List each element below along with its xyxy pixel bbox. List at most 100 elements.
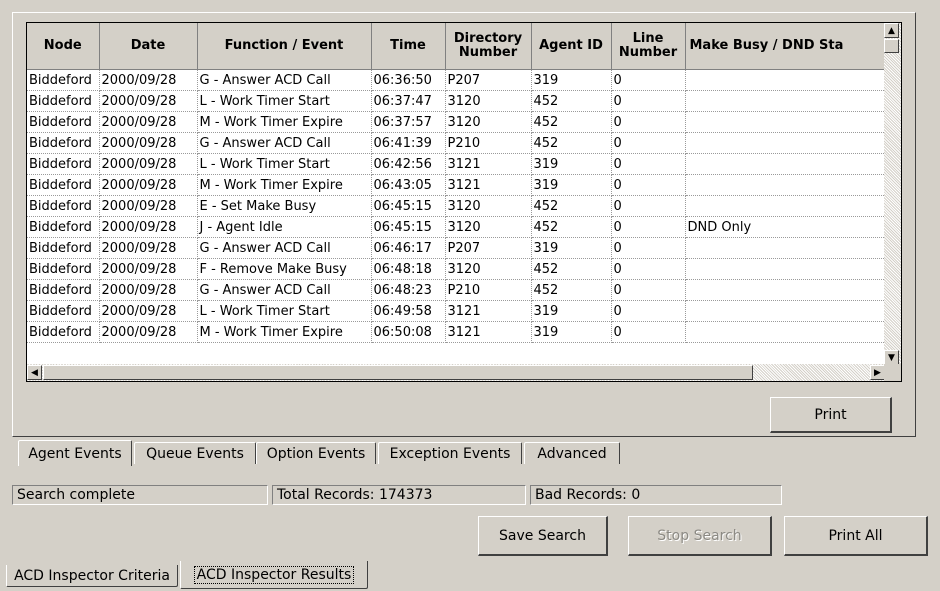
table-cell: 319 [531, 321, 612, 343]
column-header[interactable]: Node [27, 23, 100, 70]
table-cell: Biddeford [27, 90, 100, 112]
table-cell: P207 [445, 237, 532, 259]
table-cell: 06:37:47 [371, 90, 446, 112]
table-row[interactable]: Biddeford 2000/09/28 G - Answer ACD Call 06… [27, 132, 886, 154]
table-cell: 0 [611, 132, 686, 154]
table-cell: M - Work Timer Expire [197, 321, 372, 343]
table-row[interactable]: Biddeford 2000/09/28 L - Work Timer Start 0… [27, 300, 886, 322]
table-row[interactable]: Biddeford 2000/09/28 M - Work Timer Expire… [27, 174, 886, 196]
column-header[interactable]: Date [99, 23, 198, 70]
tab-queue-events[interactable]: Queue Events [134, 442, 256, 464]
stop-search-button[interactable]: Stop Search [628, 516, 772, 556]
table-cell: 06:41:39 [371, 132, 446, 154]
bad-records: Bad Records: 0 [530, 485, 782, 505]
table-cell: Biddeford [27, 111, 100, 133]
table-cell: 2000/09/28 [99, 153, 198, 175]
table-cell: 3121 [445, 153, 532, 175]
table-cell: 0 [611, 321, 686, 343]
scroll-up-arrow-icon[interactable]: ▲ [884, 23, 899, 38]
table-cell: 319 [531, 69, 612, 91]
table-cell: 2000/09/28 [99, 216, 198, 238]
table-cell: 319 [531, 174, 612, 196]
table-cell: 06:37:57 [371, 111, 446, 133]
vertical-scrollbar[interactable]: ▲ ▼ [884, 23, 901, 365]
table-cell [685, 195, 886, 217]
table-row[interactable]: Biddeford 2000/09/28 E - Set Make Busy 06:4… [27, 195, 886, 217]
table-cell: 3120 [445, 195, 532, 217]
events-table: Node Date Function / Event Time Directory Nu… [27, 23, 886, 343]
table-cell: 06:45:15 [371, 195, 446, 217]
tab-option-events[interactable]: Option Events [256, 442, 376, 464]
table-cell: Biddeford [27, 216, 100, 238]
tab-agent-events[interactable]: Agent Events [18, 440, 132, 466]
table-cell: 3120 [445, 90, 532, 112]
table-cell: Biddeford [27, 132, 100, 154]
table-row[interactable]: Biddeford 2000/09/28 G - Answer ACD Call 06… [27, 69, 886, 91]
table-cell: 2000/09/28 [99, 90, 198, 112]
table-cell [685, 237, 886, 259]
table-cell: G - Answer ACD Call [197, 279, 372, 301]
table-row[interactable]: Biddeford 2000/09/28 M - Work Timer Expire… [27, 111, 886, 133]
table-cell: 06:46:17 [371, 237, 446, 259]
scroll-right-arrow-icon[interactable]: ▶ [870, 365, 885, 380]
save-search-button[interactable]: Save Search [478, 516, 608, 556]
table-cell: G - Answer ACD Call [197, 69, 372, 91]
table-row[interactable]: Biddeford 2000/09/28 G - Answer ACD Call 06… [27, 279, 886, 301]
table-cell: 06:43:05 [371, 174, 446, 196]
table-cell: E - Set Make Busy [197, 195, 372, 217]
table-cell: 319 [531, 237, 612, 259]
table-cell [685, 69, 886, 91]
table-cell: 0 [611, 90, 686, 112]
table-row[interactable]: Biddeford 2000/09/28 M - Work Timer Expire… [27, 321, 886, 343]
tab-acd-inspector-results[interactable]: ACD Inspector Results [180, 561, 368, 589]
table-row[interactable]: Biddeford 2000/09/28 J - Agent Idle 06:45:1… [27, 216, 886, 238]
table-cell: Biddeford [27, 300, 100, 322]
table-cell: 2000/09/28 [99, 195, 198, 217]
table-cell: G - Answer ACD Call [197, 237, 372, 259]
table-cell: Biddeford [27, 195, 100, 217]
print-all-button[interactable]: Print All [784, 516, 928, 556]
status-message: Search complete [12, 485, 268, 505]
column-header[interactable]: Directory Number [445, 23, 532, 70]
tab-advanced[interactable]: Advanced [524, 442, 620, 464]
table-cell: Biddeford [27, 69, 100, 91]
tab-acd-inspector-criteria[interactable]: ACD Inspector Criteria [6, 565, 178, 587]
table-row[interactable]: Biddeford 2000/09/28 F - Remove Make Busy 0… [27, 258, 886, 280]
table-cell: 06:48:18 [371, 258, 446, 280]
table-cell: 319 [531, 300, 612, 322]
table-row[interactable]: Biddeford 2000/09/28 L - Work Timer Start 0… [27, 90, 886, 112]
table-cell: 0 [611, 279, 686, 301]
column-header[interactable]: Agent ID [531, 23, 612, 70]
scroll-thumb-horizontal[interactable] [43, 365, 753, 380]
total-records: Total Records: 174373 [272, 485, 526, 505]
table-row[interactable]: Biddeford 2000/09/28 G - Answer ACD Call 06… [27, 237, 886, 259]
agent-events-grid[interactable]: Node Date Function / Event Time Directory Nu… [26, 22, 902, 382]
horizontal-scrollbar[interactable]: ◀ ▶ [27, 364, 885, 381]
table-cell: 2000/09/28 [99, 111, 198, 133]
table-cell: 0 [611, 258, 686, 280]
table-cell [685, 132, 886, 154]
column-header[interactable]: Function / Event [197, 23, 372, 70]
table-cell: 3121 [445, 300, 532, 322]
print-button[interactable]: Print [770, 397, 892, 433]
column-header[interactable]: Make Busy / DND Sta [685, 23, 886, 70]
table-cell: 0 [611, 174, 686, 196]
table-cell: 3121 [445, 174, 532, 196]
scroll-thumb-vertical[interactable] [884, 39, 899, 53]
column-header[interactable]: Line Number [611, 23, 686, 70]
table-cell: 3120 [445, 111, 532, 133]
table-cell [685, 174, 886, 196]
scroll-down-arrow-icon[interactable]: ▼ [884, 350, 899, 365]
table-cell: 2000/09/28 [99, 300, 198, 322]
table-cell: 452 [531, 111, 612, 133]
table-cell: 0 [611, 216, 686, 238]
table-cell: 06:50:08 [371, 321, 446, 343]
table-row[interactable]: Biddeford 2000/09/28 L - Work Timer Start 0… [27, 153, 886, 175]
tab-exception-events[interactable]: Exception Events [378, 442, 522, 464]
table-cell: 2000/09/28 [99, 174, 198, 196]
tab-acd-inspector-results-label: ACD Inspector Results [193, 565, 355, 584]
table-cell: 452 [531, 195, 612, 217]
column-header[interactable]: Time [371, 23, 446, 70]
tab-agent-events-label: Agent Events [28, 445, 122, 462]
scroll-left-arrow-icon[interactable]: ◀ [27, 365, 42, 380]
